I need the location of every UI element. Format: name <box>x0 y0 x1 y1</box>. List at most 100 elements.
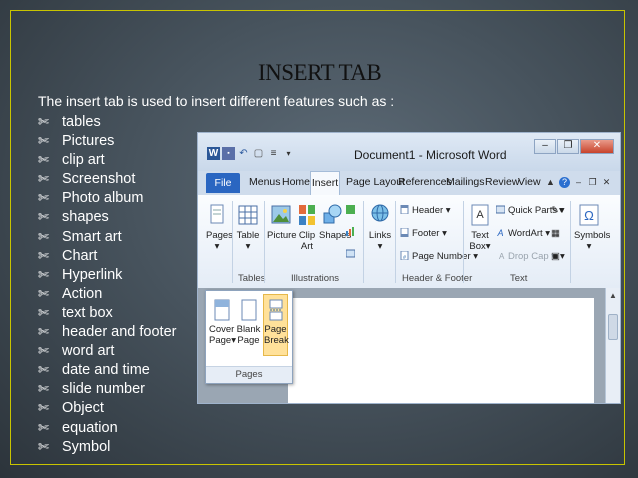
close-button[interactable]: ✕ <box>580 139 614 154</box>
restore-doc-icon[interactable]: ❐ <box>587 177 598 188</box>
wordart-button[interactable]: A WordArt ▾ <box>496 228 550 239</box>
print-preview-icon[interactable]: ▢ <box>252 147 265 160</box>
tab-references[interactable]: References <box>398 176 452 188</box>
symbols-button[interactable]: Ω Symbols ▾ <box>574 203 610 252</box>
list-item: ✄ word art <box>38 343 115 360</box>
slide-background: INSERT TAB The insert tab is used to ins… <box>0 0 638 478</box>
drop-cap-button[interactable]: A Drop Cap ▾ <box>496 251 556 262</box>
scissors-bullet-icon: ✄ <box>38 247 49 263</box>
scissors-bullet-icon: ✄ <box>38 400 49 416</box>
pages-button[interactable]: Pages ▾ <box>206 203 233 252</box>
footer-button[interactable]: Footer ▾ <box>400 228 447 239</box>
picture-icon <box>271 205 291 224</box>
collapse-ribbon-icon[interactable]: ▲ <box>545 177 556 188</box>
undo-icon[interactable]: ↶ <box>237 147 250 160</box>
group-divider <box>463 201 464 283</box>
list-item: ✄ Hyperlink <box>38 266 123 283</box>
group-label-tables: Tables <box>238 273 266 284</box>
list-item: ✄ Smart art <box>38 228 122 245</box>
group-label-pages: Pages <box>206 366 292 383</box>
tab-insert[interactable]: Insert <box>310 171 340 195</box>
object-icon[interactable]: ▣▾ <box>551 251 565 262</box>
list-item: ✄ clip art <box>38 152 105 169</box>
cover-page-icon <box>214 299 229 321</box>
list-item: ✄ header and footer <box>38 324 177 341</box>
scissors-bullet-icon: ✄ <box>38 285 49 301</box>
shapes-icon <box>323 204 342 224</box>
omega-symbol-icon: Ω <box>579 204 599 226</box>
chart-icon[interactable] <box>346 227 358 238</box>
scissors-bullet-icon: ✄ <box>38 419 49 435</box>
quick-access-toolbar: W ▪ ↶ ▢ ≡ ▾ <box>207 147 295 160</box>
text-box-icon: A <box>471 204 489 226</box>
tab-bar-icons: ▲ ? – ❐ ✕ <box>545 177 612 188</box>
tab-view[interactable]: View <box>518 176 541 188</box>
scissors-bullet-icon: ✄ <box>38 304 49 320</box>
tab-review[interactable]: Review <box>485 176 519 188</box>
minimize-button[interactable]: – <box>534 139 556 154</box>
blank-page-button[interactable]: Blank Page <box>236 299 261 346</box>
list-item: ✄ Chart <box>38 247 98 264</box>
list-item: ✄ date and time <box>38 362 150 379</box>
insert-ribbon: Pages ▾ Table ▾ Tables Picture Clip Art Sh… <box>198 195 620 289</box>
list-item: ✄ equation <box>38 419 118 436</box>
group-divider <box>570 201 571 283</box>
save-icon[interactable]: ▪ <box>222 147 235 160</box>
bullets-icon[interactable]: ≡ <box>267 147 280 160</box>
feature-list: ✄ tables ✄ Pictures ✄ clip art ✄ Screenshot … <box>38 112 176 456</box>
quick-parts-icon <box>496 205 505 214</box>
page-number-button[interactable]: # Page Number ▾ <box>400 251 478 262</box>
picture-button[interactable]: Picture <box>267 203 297 241</box>
footer-icon <box>400 228 409 237</box>
list-item: ✄ shapes <box>38 209 109 226</box>
restore-button[interactable]: ❐ <box>557 139 579 154</box>
word-logo-icon[interactable]: W <box>207 147 220 160</box>
clip-art-icon <box>299 205 315 225</box>
list-item: ✄ Pictures <box>38 133 115 150</box>
cover-page-button[interactable]: Cover Page▾ <box>209 299 236 346</box>
close-doc-icon[interactable]: ✕ <box>601 177 612 188</box>
tab-menus[interactable]: Menus <box>249 176 281 188</box>
tab-file[interactable]: File <box>206 173 240 193</box>
scroll-up-icon[interactable]: ▲ <box>606 291 620 300</box>
tab-home[interactable]: Home <box>282 176 310 188</box>
scissors-bullet-icon: ✄ <box>38 152 49 168</box>
scissors-bullet-icon: ✄ <box>38 171 49 187</box>
pages-dropdown: Cover Page▾ Blank Page Page Break Pages <box>205 290 293 384</box>
signature-line-icon[interactable]: ✎▾ <box>551 205 564 216</box>
help-icon[interactable]: ? <box>559 177 570 188</box>
minimize-doc-icon[interactable]: – <box>573 177 584 188</box>
group-label-header-footer: Header & Footer <box>402 273 473 284</box>
svg-text:A: A <box>476 209 484 221</box>
smartart-icon[interactable] <box>346 205 358 216</box>
customize-arrow-icon[interactable]: ▾ <box>282 147 295 160</box>
shapes-button[interactable]: Shapes <box>319 203 351 241</box>
screenshot-icon[interactable] <box>346 249 358 260</box>
svg-text:A: A <box>496 228 503 237</box>
tab-mailings[interactable]: Mailings <box>446 176 485 188</box>
scroll-thumb[interactable] <box>608 314 618 340</box>
scissors-bullet-icon: ✄ <box>38 133 49 149</box>
word-window-screenshot: W ▪ ↶ ▢ ≡ ▾ Document1 - Microsoft Word –… <box>197 132 621 404</box>
header-button[interactable]: Header ▾ <box>400 205 451 216</box>
clip-art-button[interactable]: Clip Art <box>296 203 318 252</box>
page-break-button[interactable]: Page Break <box>263 294 289 356</box>
header-icon <box>400 205 409 214</box>
document-page[interactable] <box>288 298 594 403</box>
date-time-icon[interactable]: ▦ <box>551 228 560 239</box>
vertical-scrollbar[interactable]: ▲ <box>605 288 620 403</box>
svg-text:Ω: Ω <box>584 208 594 223</box>
scissors-bullet-icon: ✄ <box>38 438 49 454</box>
table-icon <box>238 205 258 225</box>
window-title: Document1 - Microsoft Word <box>354 148 507 162</box>
group-divider <box>363 201 364 283</box>
drop-cap-icon: A <box>499 252 505 260</box>
ribbon-tabs: File Menus Home Insert Page Layout Refer… <box>198 171 620 195</box>
text-box-button[interactable]: A Text Box▾ <box>466 203 494 252</box>
links-button[interactable]: Links ▾ <box>367 203 393 252</box>
svg-text:#: # <box>403 255 406 260</box>
pages-icon <box>210 204 224 224</box>
table-button[interactable]: Table ▾ <box>235 203 261 252</box>
tab-page-layout[interactable]: Page Layout <box>346 176 405 188</box>
group-divider <box>232 201 233 283</box>
